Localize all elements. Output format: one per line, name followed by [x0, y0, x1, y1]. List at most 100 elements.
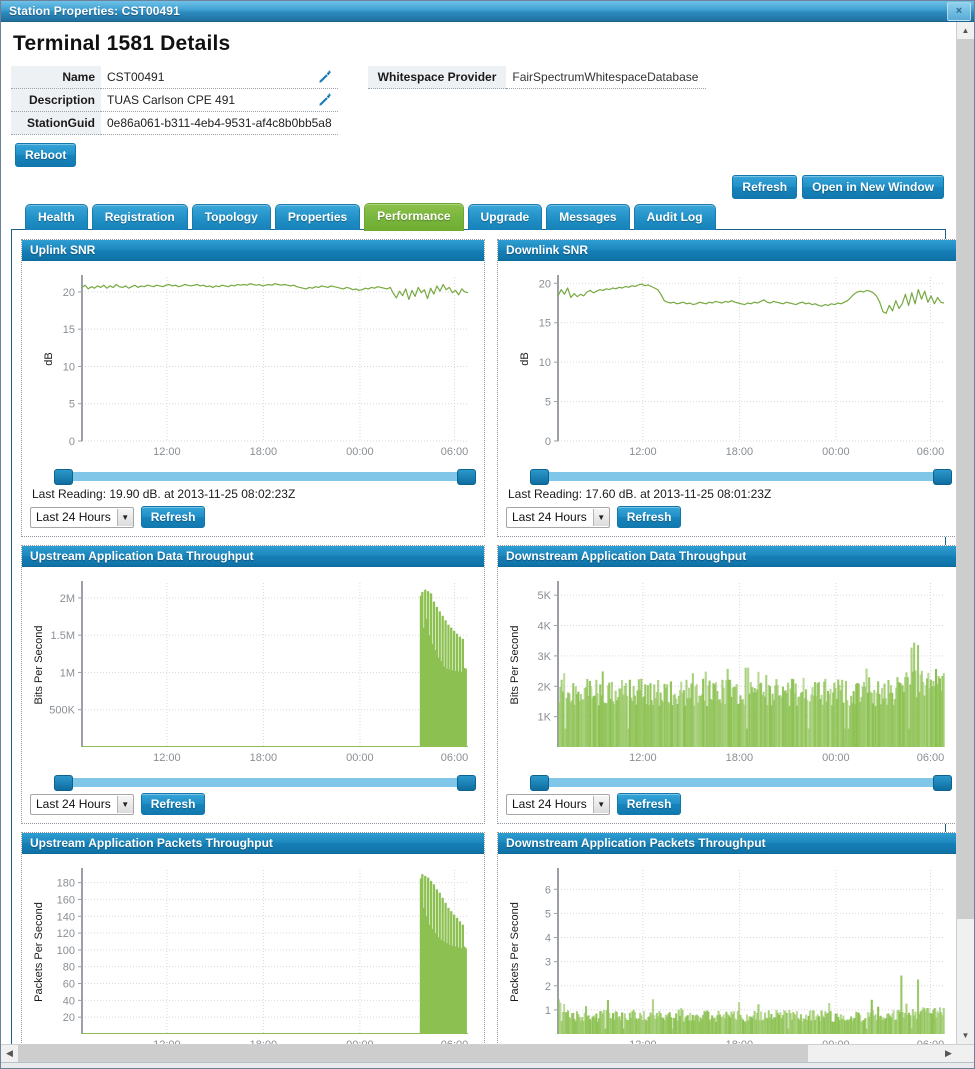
detail-value-text-1: TUAS Carlson CPE 491 [107, 93, 236, 107]
svg-text:60: 60 [63, 979, 75, 991]
window-controls: × [947, 2, 971, 21]
panel-refresh-button-downstream-data-throughput[interactable]: Refresh [616, 793, 682, 815]
slider-handle-right[interactable] [457, 775, 476, 791]
scroll-right-icon[interactable]: ▶ [940, 1045, 957, 1062]
svg-text:20: 20 [63, 1012, 75, 1024]
time-range-select-downlink-snr[interactable]: Last 24 Hours ▼ [506, 506, 610, 528]
chart-panel-downstream-packets-throughput: Downstream Application Packets Throughpu… [497, 832, 956, 1044]
time-range-value: Last 24 Hours [36, 797, 111, 811]
tab-bar: Health Registration Topology Properties Perf… [11, 203, 946, 231]
station-details-table: Name CST00491 Description TUAS Carlson CPE … [11, 66, 338, 135]
vertical-scrollbar[interactable]: ▲ ▼ [956, 22, 974, 1044]
detail-label-2: StationGuid [11, 111, 101, 135]
svg-text:06:00: 06:00 [441, 446, 469, 458]
slider-track[interactable] [530, 472, 952, 481]
svg-text:18:00: 18:00 [250, 1039, 278, 1044]
scroll-left-icon[interactable]: ◀ [1, 1045, 18, 1062]
chart-downstream-packets-throughput: 1 2 3 4 5 6 12:00 18:00 00:00 06:00 Packets Per Se… [506, 860, 952, 1044]
tab-properties[interactable]: Properties [274, 204, 361, 230]
scroll-up-icon[interactable]: ▲ [957, 22, 974, 39]
reboot-button[interactable]: Reboot [15, 143, 77, 167]
horizontal-scrollbar-thumb[interactable] [18, 1045, 808, 1062]
window-body: Terminal 1581 Details Name CST00491 Descri… [1, 22, 974, 1044]
svg-text:10: 10 [63, 361, 75, 373]
svg-text:5: 5 [545, 397, 551, 409]
slider-handle-right[interactable] [933, 775, 952, 791]
slider-handle-right[interactable] [457, 469, 476, 485]
slider-handle-right[interactable] [933, 469, 952, 485]
panel-title-downlink-snr: Downlink SNR [498, 240, 956, 261]
time-range-select-upstream-data-throughput[interactable]: Last 24 Hours ▼ [30, 793, 134, 815]
chart-uplink-snr: 0 5 10 15 20 12:00 18:00 00:00 06:00 dB [30, 267, 476, 467]
panel-refresh-button-uplink-snr[interactable]: Refresh [140, 506, 206, 528]
chevron-down-icon[interactable]: ▼ [116, 795, 133, 813]
svg-text:06:00: 06:00 [441, 1039, 469, 1044]
detail-label-0: Name [11, 66, 101, 89]
svg-text:4K: 4K [538, 621, 552, 633]
chevron-down-icon[interactable]: ▼ [116, 508, 133, 526]
time-range-slider-downstream-data-throughput[interactable] [530, 775, 952, 791]
svg-text:Packets Per Second: Packets Per Second [509, 902, 521, 1002]
tab-registration[interactable]: Registration [91, 204, 188, 230]
panel-refresh-button-downlink-snr[interactable]: Refresh [616, 506, 682, 528]
slider-track[interactable] [54, 778, 476, 787]
svg-text:500K: 500K [49, 705, 75, 717]
slider-handle-left[interactable] [530, 469, 549, 485]
svg-text:140: 140 [57, 911, 75, 923]
svg-text:12:00: 12:00 [629, 1039, 657, 1044]
chevron-down-icon[interactable]: ▼ [592, 508, 609, 526]
tab-messages[interactable]: Messages [546, 204, 630, 230]
tab-health[interactable]: Health [25, 204, 88, 230]
slider-track[interactable] [530, 778, 952, 787]
tab-upgrade[interactable]: Upgrade [467, 204, 543, 230]
svg-text:00:00: 00:00 [822, 752, 850, 764]
close-icon[interactable]: × [947, 2, 971, 21]
svg-text:Bits Per Second: Bits Per Second [509, 626, 521, 705]
svg-text:20: 20 [63, 287, 75, 299]
table-row: Name CST00491 [11, 66, 338, 89]
tab-performance[interactable]: Performance [364, 203, 464, 231]
panel-refresh-button-upstream-data-throughput[interactable]: Refresh [140, 793, 206, 815]
window-title: Station Properties: CST00491 [9, 4, 180, 18]
details-section: Name CST00491 Description TUAS Carlson CPE … [11, 66, 946, 135]
chart-panel-upstream-data-throughput: Upstream Application Data Throughput 500K… [21, 545, 485, 824]
panel-body-upstream-packets-throughput: 20 40 60 80 100 120 140 160 180 12:00 18:00 00:00 06… [22, 854, 484, 1044]
svg-text:dB: dB [43, 352, 55, 365]
slider-handle-left[interactable] [530, 775, 549, 791]
chevron-down-icon[interactable]: ▼ [592, 795, 609, 813]
panel-title-downstream-packets-throughput: Downstream Application Packets Throughpu… [498, 833, 956, 854]
panel-body-downstream-data-throughput: 1K 2K 3K 4K 5K 12:00 18:00 00:00 06:00 Bits Per S… [498, 567, 956, 823]
detail-value-2: 0e86a061-b311-4eb4-9531-af4c8b0bb5a8 [101, 111, 338, 135]
scrollbar-corner [957, 1045, 974, 1062]
svg-text:18:00: 18:00 [726, 446, 754, 458]
time-range-select-uplink-snr[interactable]: Last 24 Hours ▼ [30, 506, 134, 528]
slider-handle-left[interactable] [54, 469, 73, 485]
svg-text:1K: 1K [538, 712, 552, 724]
page-title: Terminal 1581 Details [13, 32, 231, 55]
panel-body-uplink-snr: 0 5 10 15 20 12:00 18:00 00:00 06:00 dB Last Readi… [22, 261, 484, 536]
scroll-down-icon[interactable]: ▼ [957, 1027, 974, 1044]
time-range-value: Last 24 Hours [36, 510, 111, 524]
time-range-select-downstream-data-throughput[interactable]: Last 24 Hours ▼ [506, 793, 610, 815]
time-range-slider-upstream-data-throughput[interactable] [54, 775, 476, 791]
svg-text:1: 1 [545, 1005, 551, 1017]
station-properties-window: Station Properties: CST00491 × Terminal … [0, 0, 975, 1069]
slider-handle-left[interactable] [54, 775, 73, 791]
svg-text:Packets Per Second: Packets Per Second [33, 902, 45, 1002]
slider-track[interactable] [54, 472, 476, 481]
time-range-slider-downlink-snr[interactable] [530, 469, 952, 485]
svg-text:40: 40 [63, 995, 75, 1007]
time-range-slider-uplink-snr[interactable] [54, 469, 476, 485]
window-titlebar: Station Properties: CST00491 × [1, 1, 974, 22]
tab-topology[interactable]: Topology [191, 204, 271, 230]
table-row: Description TUAS Carlson CPE 491 [11, 88, 338, 112]
svg-text:0: 0 [545, 436, 551, 448]
open-in-new-window-button[interactable]: Open in New Window [802, 175, 944, 199]
refresh-button[interactable]: Refresh [732, 175, 798, 199]
vertical-scrollbar-thumb[interactable] [957, 39, 974, 919]
tab-audit-log[interactable]: Audit Log [633, 204, 716, 230]
svg-text:5K: 5K [538, 590, 552, 602]
svg-text:00:00: 00:00 [346, 446, 374, 458]
svg-text:3K: 3K [538, 651, 552, 663]
horizontal-scrollbar[interactable]: ◀ ▶ [1, 1044, 974, 1062]
